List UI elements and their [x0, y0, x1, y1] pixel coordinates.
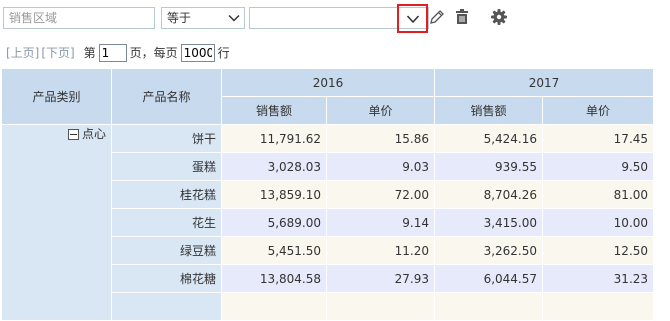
price-2016-cell: 27.93: [325, 264, 436, 293]
price-2016-cell: [325, 292, 436, 321]
sales-2016-cell: 11,791.62: [221, 124, 327, 153]
sales-2017-cell: 939.55: [434, 152, 544, 181]
price-2017-cell: 31.23: [542, 264, 655, 293]
pencil-icon[interactable]: [428, 8, 446, 26]
chevron-down-icon: [406, 15, 420, 24]
year-header-2016: 2016: [220, 68, 436, 97]
sales-2017-cell: 5,424.16: [434, 124, 544, 153]
sales-2017-cell: [434, 292, 544, 321]
price-2017-cell: 9.50: [542, 152, 655, 181]
product-name-cell: 棉花糖: [111, 264, 222, 293]
table-row: 点心 饼干 11,791.62 15.86 5,424.16 17.45: [1, 124, 655, 321]
product-name-cell: 桂花糕: [111, 180, 222, 209]
price-2016-cell: 11.20: [325, 236, 436, 265]
operator-select[interactable]: 等于: [161, 7, 245, 29]
scroll-area: [654, 68, 670, 295]
page-prefix: 第: [83, 46, 96, 60]
product-name-cell: 蛋糕: [111, 152, 222, 181]
sales-2017-cell: 8,704.26: [434, 180, 544, 209]
category-label: 点心: [81, 127, 106, 141]
sales-2016-cell: 3,028.03: [221, 152, 327, 181]
rows-suffix: 行: [217, 46, 230, 60]
operator-value: 等于: [167, 11, 192, 25]
price-2017-cell: 17.45: [542, 124, 655, 153]
page-size-input[interactable]: [180, 44, 215, 62]
chevron-down-icon: [228, 14, 240, 22]
price-2016-cell: 15.86: [325, 124, 436, 153]
measure-header-price: 单价: [325, 96, 436, 125]
page-number-input[interactable]: [98, 44, 127, 62]
category-cell: 点心: [1, 124, 112, 321]
value-dropdown-button[interactable]: [397, 4, 428, 33]
trash-icon[interactable]: [453, 8, 471, 26]
sales-2016-cell: [221, 292, 327, 321]
sales-2017-cell: 3,262.50: [434, 236, 544, 265]
filter-bar: 销售区域 等于: [0, 0, 670, 38]
measure-header-sales: 销售额: [434, 96, 544, 125]
measure-header-sales: 销售额: [221, 96, 327, 125]
col-header-product: 产品名称: [111, 68, 222, 125]
sales-2016-cell: 13,859.10: [221, 180, 327, 209]
next-page-link[interactable]: [下页]: [41, 46, 74, 60]
year-header-2017: 2017: [434, 68, 655, 97]
gear-icon[interactable]: [490, 8, 508, 26]
price-2016-cell: 9.03: [325, 152, 436, 181]
price-2016-cell: 72.00: [325, 180, 436, 209]
report-table: 产品类别 产品名称 2016 2017 销售额 单价 销售额 单价 点心 饼干 …: [1, 68, 655, 321]
measure-header-price: 单价: [542, 96, 655, 125]
product-name-cell: 饼干: [111, 124, 222, 153]
prev-page-link[interactable]: [上页]: [6, 46, 39, 60]
product-name-cell: 绿豆糕: [111, 236, 222, 265]
price-2016-cell: 9.14: [325, 208, 436, 237]
sales-2017-cell: 3,415.00: [434, 208, 544, 237]
price-2017-cell: 81.00: [542, 180, 655, 209]
page-size-label: 页，每页: [129, 46, 178, 60]
sales-2016-cell: 5,451.50: [221, 236, 327, 265]
pager: [上页][下页] 第 页，每页 行: [6, 44, 233, 62]
product-name-cell: [111, 292, 222, 321]
sales-2016-cell: 13,804.58: [221, 264, 327, 293]
product-name-cell: 花生: [111, 208, 222, 237]
sales-2016-cell: 5,689.00: [221, 208, 327, 237]
field-input[interactable]: 销售区域: [3, 7, 155, 29]
price-2017-cell: [542, 292, 655, 321]
col-header-category: 产品类别: [1, 68, 112, 125]
collapse-toggle-icon[interactable]: [67, 129, 79, 140]
price-2017-cell: 10.00: [542, 208, 655, 237]
price-2017-cell: 12.50: [542, 236, 655, 265]
sales-2017-cell: 6,044.57: [434, 264, 544, 293]
